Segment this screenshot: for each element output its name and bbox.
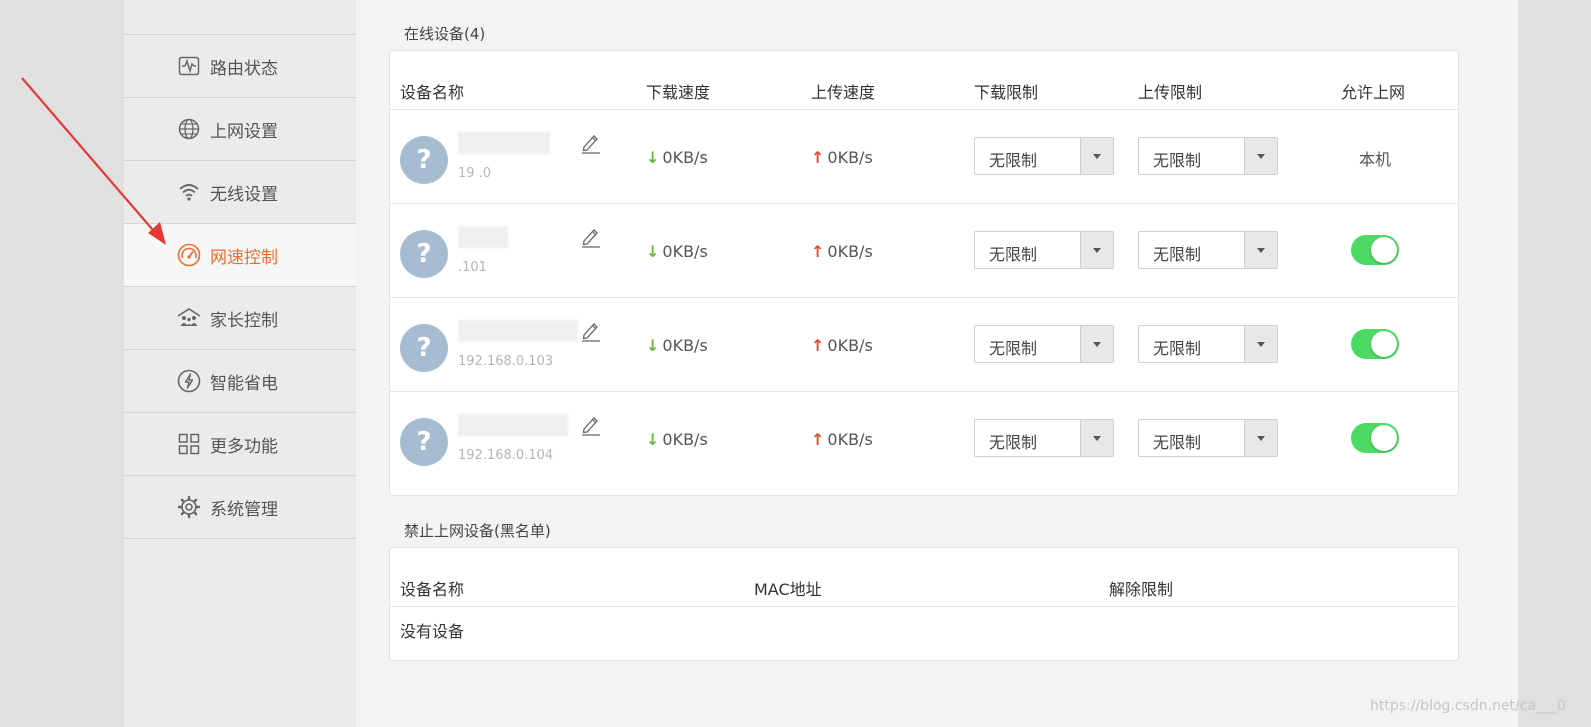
- sidebar-item-label: 智能省电: [210, 373, 278, 394]
- blacklist-title: 禁止上网设备(黑名单): [404, 522, 551, 540]
- gear-icon: [176, 494, 202, 520]
- download-speed: ↓ 0KB/s: [646, 242, 708, 261]
- download-limit-select[interactable]: 无限制: [974, 137, 1114, 175]
- upload-speed: ↑ 0KB/s: [811, 430, 873, 449]
- device-avatar-unknown: ?: [400, 418, 448, 466]
- column-header-mac-address: MAC地址: [754, 580, 822, 599]
- toggle-knob: [1371, 237, 1397, 263]
- device-ip: 192.168.0.103: [458, 354, 554, 369]
- empty-state-text: 没有设备: [400, 622, 465, 641]
- table-row: ? .101 ↓ 0KB/s ↑ 0KB/s 无限制 无限制: [390, 203, 1458, 298]
- caret-down-icon: [1244, 420, 1277, 456]
- grid-icon: [176, 431, 202, 457]
- caret-down-icon: [1244, 138, 1277, 174]
- edit-pencil-icon[interactable]: [581, 414, 601, 436]
- sidebar-item-label: 上网设置: [210, 121, 278, 142]
- family-icon: [176, 305, 202, 331]
- online-devices-title: 在线设备(4): [404, 25, 486, 43]
- sidebar-item-smart-power-saving[interactable]: 智能省电: [124, 350, 356, 413]
- allow-internet-toggle[interactable]: [1351, 423, 1399, 453]
- upload-limit-select[interactable]: 无限制: [1138, 419, 1278, 457]
- sidebar-item-label: 路由状态: [210, 58, 278, 79]
- main-content: 在线设备(4) 设备名称 下载速度 上传速度 下载限制 上传限制 允许上网 ? …: [356, 0, 1518, 727]
- device-ip: 192.168.0.104: [458, 448, 554, 463]
- download-speed: ↓ 0KB/s: [646, 336, 708, 355]
- device-avatar-unknown: ?: [400, 136, 448, 184]
- caret-down-icon: [1080, 420, 1113, 456]
- column-header-device-name: 设备名称: [400, 580, 465, 599]
- upload-limit-select[interactable]: 无限制: [1138, 137, 1278, 175]
- edit-pencil-icon[interactable]: [581, 320, 601, 342]
- device-name-redacted: [458, 414, 568, 436]
- allow-internet-toggle[interactable]: [1351, 329, 1399, 359]
- column-header-device-name: 设备名称: [400, 83, 465, 102]
- caret-down-icon: [1080, 326, 1113, 362]
- device-avatar-unknown: ?: [400, 230, 448, 278]
- caret-down-icon: [1244, 232, 1277, 268]
- sidebar-item-more-features[interactable]: 更多功能: [124, 413, 356, 476]
- sidebar-item-label: 系统管理: [210, 499, 278, 520]
- download-arrow-icon: ↓: [646, 336, 660, 355]
- edit-pencil-icon[interactable]: [581, 226, 601, 248]
- download-speed: ↓ 0KB/s: [646, 148, 708, 167]
- device-name-redacted: [458, 132, 550, 154]
- toggle-knob: [1371, 331, 1397, 357]
- upload-speed: ↑ 0KB/s: [811, 242, 873, 261]
- upload-speed: ↑ 0KB/s: [811, 336, 873, 355]
- device-name-redacted: [458, 320, 578, 342]
- upload-limit-select[interactable]: 无限制: [1138, 231, 1278, 269]
- column-header-upload-limit: 上传限制: [1138, 83, 1203, 102]
- download-arrow-icon: ↓: [646, 430, 660, 449]
- caret-down-icon: [1080, 232, 1113, 268]
- online-devices-table: 设备名称 下载速度 上传速度 下载限制 上传限制 允许上网 ? 19 .0 ↓ 0…: [389, 50, 1459, 496]
- toggle-knob: [1371, 425, 1397, 451]
- device-name-redacted: [458, 226, 508, 248]
- download-limit-select[interactable]: 无限制: [974, 419, 1114, 457]
- sidebar-item-label: 无线设置: [210, 184, 278, 205]
- sidebar-item-label: 更多功能: [210, 436, 278, 457]
- sidebar-item-parental-control[interactable]: 家长控制: [124, 287, 356, 350]
- upload-speed: ↑ 0KB/s: [811, 148, 873, 167]
- allow-internet-toggle[interactable]: [1351, 235, 1399, 265]
- column-header-release-restriction: 解除限制: [1109, 580, 1174, 599]
- download-limit-select[interactable]: 无限制: [974, 231, 1114, 269]
- lightning-circle-icon: [176, 368, 202, 394]
- download-arrow-icon: ↓: [646, 242, 660, 261]
- device-ip: .101: [458, 260, 487, 275]
- blacklist-table: 设备名称 MAC地址 解除限制 没有设备: [389, 547, 1459, 661]
- device-avatar-unknown: ?: [400, 324, 448, 372]
- sidebar-item-label: 网速控制: [210, 247, 278, 268]
- sidebar-item-label: 家长控制: [210, 310, 278, 331]
- column-header-upload-speed: 上传速度: [811, 83, 876, 102]
- table-row: ? 192.168.0.103 ↓ 0KB/s ↑ 0KB/s 无限制 无限制: [390, 297, 1458, 392]
- device-ip: 19 .0: [458, 166, 492, 181]
- upload-limit-select[interactable]: 无限制: [1138, 325, 1278, 363]
- download-arrow-icon: ↓: [646, 148, 660, 167]
- caret-down-icon: [1244, 326, 1277, 362]
- edit-pencil-icon[interactable]: [581, 132, 601, 154]
- download-limit-select[interactable]: 无限制: [974, 325, 1114, 363]
- upload-arrow-icon: ↑: [811, 336, 825, 355]
- red-annotation-arrow-icon: [21, 77, 166, 245]
- watermark: https://blog.csdn.net/ca___0: [1370, 698, 1566, 714]
- upload-arrow-icon: ↑: [811, 430, 825, 449]
- column-header-allow-internet: 允许上网: [1341, 83, 1406, 102]
- download-speed: ↓ 0KB/s: [646, 430, 708, 449]
- upload-arrow-icon: ↑: [811, 242, 825, 261]
- table-row: ? 192.168.0.104 ↓ 0KB/s ↑ 0KB/s 无限制 无限制: [390, 391, 1458, 486]
- upload-arrow-icon: ↑: [811, 148, 825, 167]
- header-divider: [390, 606, 1458, 607]
- table-row: ? 19 .0 ↓ 0KB/s ↑ 0KB/s 无限制 无限制 本机: [390, 109, 1458, 204]
- column-header-download-speed: 下载速度: [646, 83, 711, 102]
- sidebar-item-system-management[interactable]: 系统管理: [124, 476, 356, 539]
- caret-down-icon: [1080, 138, 1113, 174]
- local-device-label: 本机: [1359, 150, 1392, 169]
- column-header-download-limit: 下载限制: [974, 83, 1039, 102]
